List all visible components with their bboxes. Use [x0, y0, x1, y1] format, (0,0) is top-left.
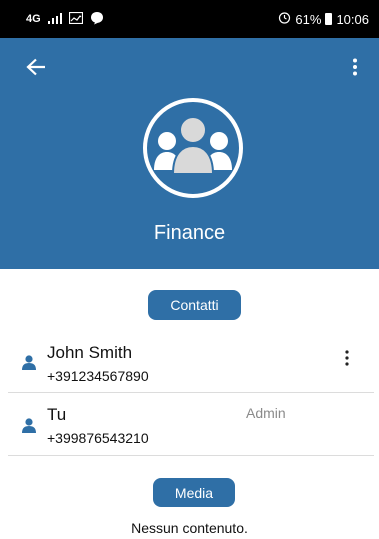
- alarm-icon: [278, 11, 291, 27]
- status-right: 61% 10:06: [278, 11, 369, 27]
- group-avatar: [143, 98, 243, 198]
- gallery-icon: [68, 11, 83, 27]
- contact-name: Tu: [47, 405, 67, 424]
- status-left: 4G: [26, 11, 104, 28]
- contact-phone: +399876543210: [47, 430, 149, 446]
- status-bar: 4G 61% 10:06: [0, 0, 379, 38]
- contacts-button[interactable]: Contatti: [148, 290, 241, 320]
- more-vertical-icon: [352, 58, 358, 81]
- contact-row[interactable]: John Smith +391234567890: [8, 331, 374, 393]
- group-avatar-icon: [143, 98, 243, 198]
- group-header: Finance: [0, 38, 379, 269]
- signal-icon: [47, 12, 62, 27]
- header-more-button[interactable]: [343, 53, 367, 85]
- battery-icon: [325, 13, 333, 25]
- admin-badge: Admin: [246, 405, 286, 421]
- battery-percent: 61%: [295, 11, 322, 27]
- back-button[interactable]: [20, 53, 52, 85]
- back-arrow-icon: [26, 58, 46, 81]
- contact-name: John Smith: [47, 343, 133, 362]
- chat-bubble-icon: [90, 11, 104, 28]
- clock: 10:06: [336, 11, 369, 27]
- contact-phone: +391234567890: [47, 368, 149, 384]
- person-icon: [21, 417, 37, 433]
- media-button[interactable]: Media: [153, 478, 235, 507]
- contact-more-button[interactable]: [342, 349, 352, 371]
- network-type: 4G: [26, 13, 41, 25]
- contact-row[interactable]: Tu +399876543210 Admin: [8, 394, 374, 456]
- more-vertical-icon: [345, 349, 349, 371]
- empty-media-text: Nessun contenuto.: [131, 520, 248, 536]
- group-name: Finance: [153, 222, 226, 244]
- person-icon: [21, 354, 37, 370]
